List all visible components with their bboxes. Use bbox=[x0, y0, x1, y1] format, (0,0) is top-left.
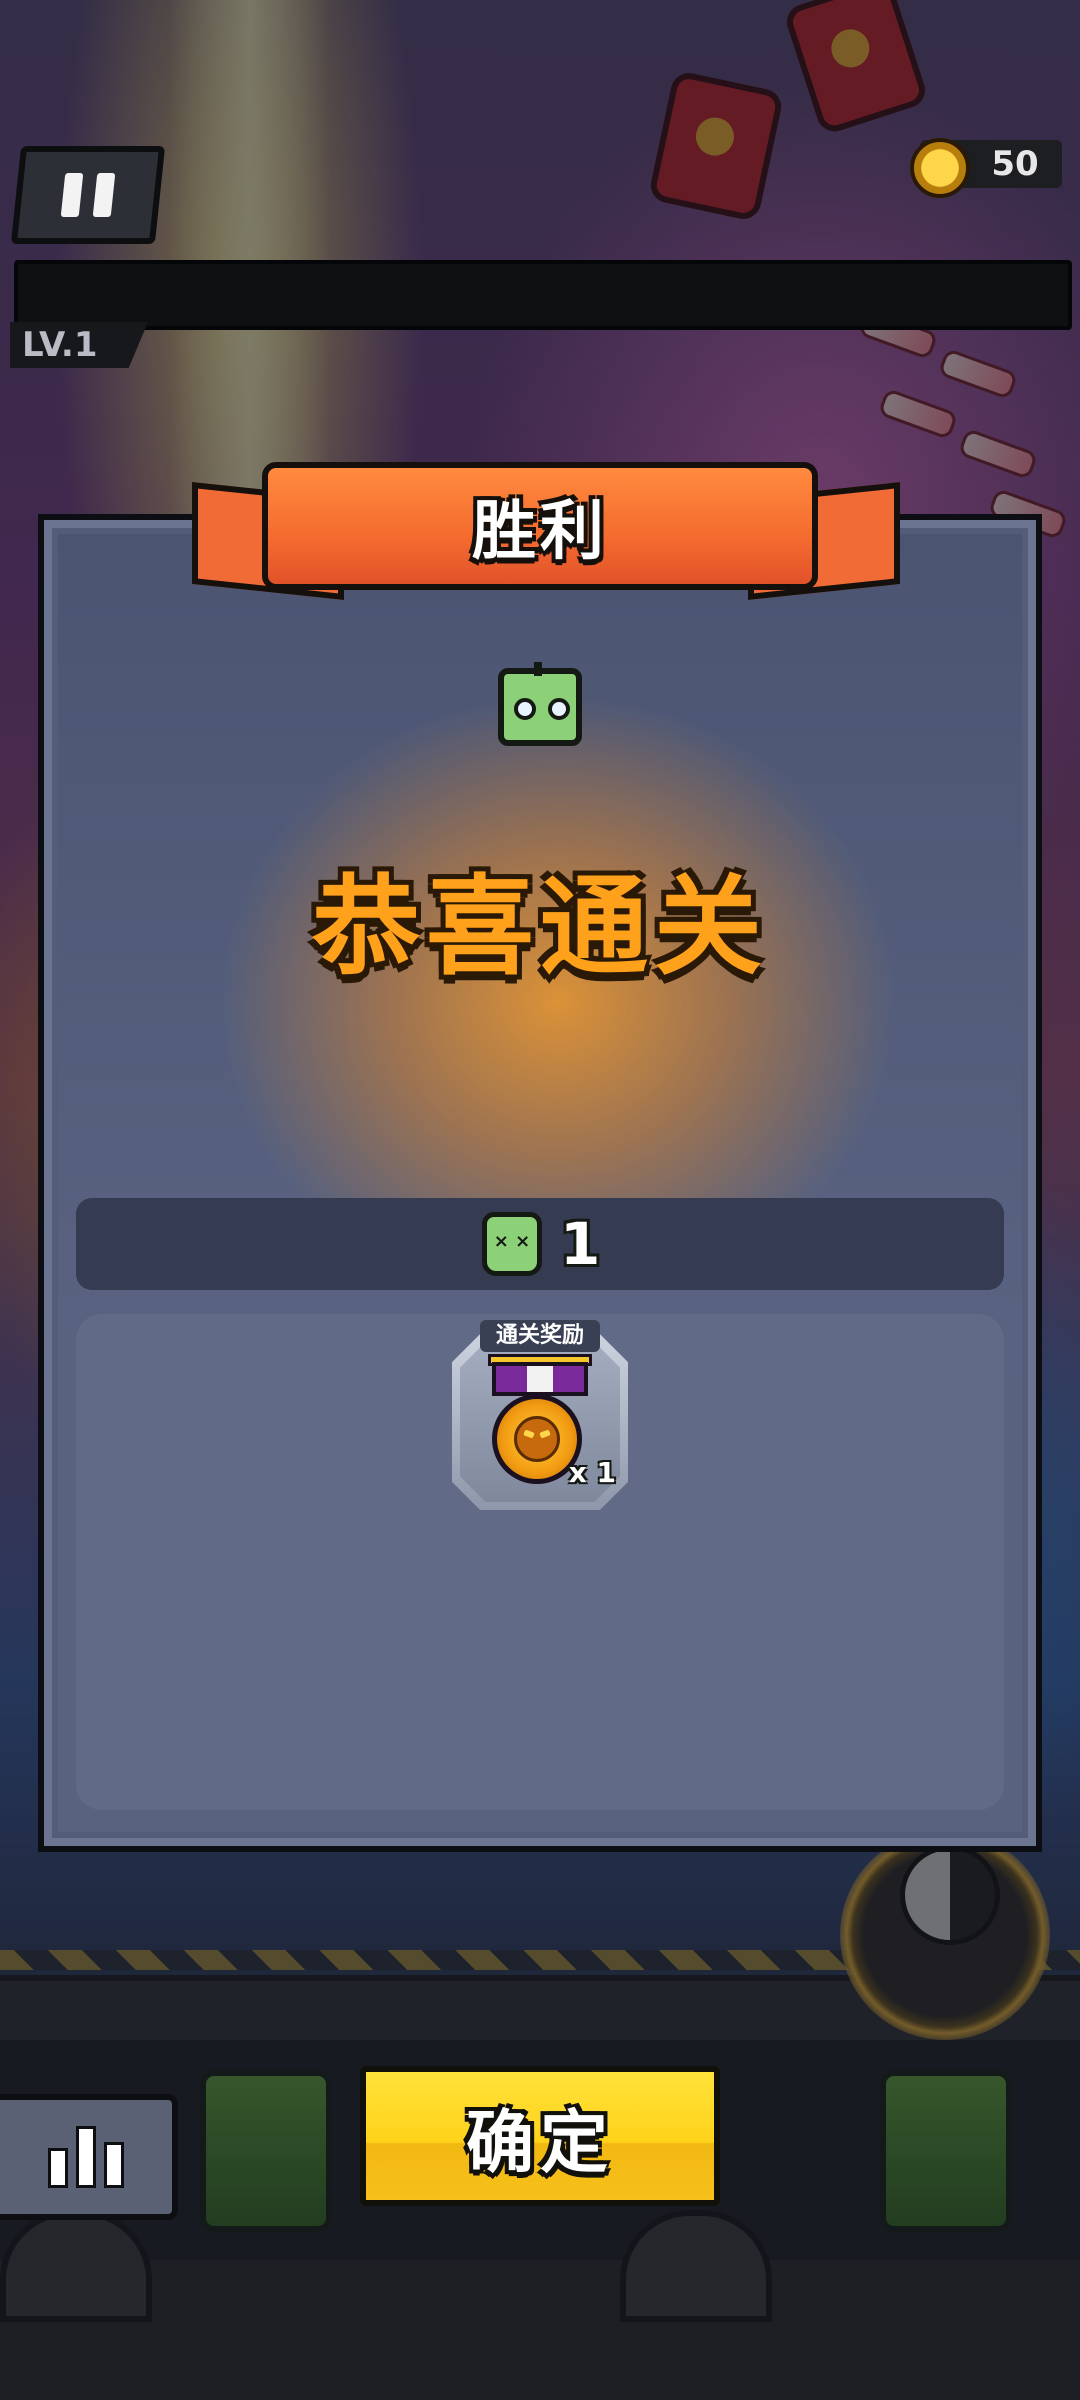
reward-section-label: 通关奖励 bbox=[480, 1320, 600, 1352]
title-ribbon: 胜利 bbox=[262, 462, 818, 590]
victory-headline: 恭喜通关 bbox=[311, 865, 768, 990]
coin-icon bbox=[910, 138, 970, 198]
zombie-kill-icon: × × bbox=[482, 1212, 542, 1276]
demon-face-emblem bbox=[514, 1416, 560, 1462]
coin-value: 50 bbox=[991, 144, 1039, 184]
kill-count: 1 bbox=[560, 1210, 601, 1278]
pause-icon bbox=[60, 173, 84, 217]
confirm-button-label: 确定 bbox=[465, 2103, 614, 2183]
medal-ribbon bbox=[492, 1362, 588, 1396]
zombie-head-icon bbox=[498, 662, 582, 746]
dialog-title: 胜利 bbox=[472, 495, 608, 569]
stats-button[interactable] bbox=[0, 2094, 178, 2220]
confirm-button[interactable]: 确定 bbox=[360, 2066, 720, 2206]
bar-chart-icon bbox=[48, 2148, 68, 2188]
level-label: LV.1 bbox=[10, 322, 148, 368]
wave-progress-bar bbox=[14, 260, 1072, 330]
reward-quantity: x 1 bbox=[568, 1456, 616, 1489]
pause-button[interactable] bbox=[10, 146, 166, 244]
